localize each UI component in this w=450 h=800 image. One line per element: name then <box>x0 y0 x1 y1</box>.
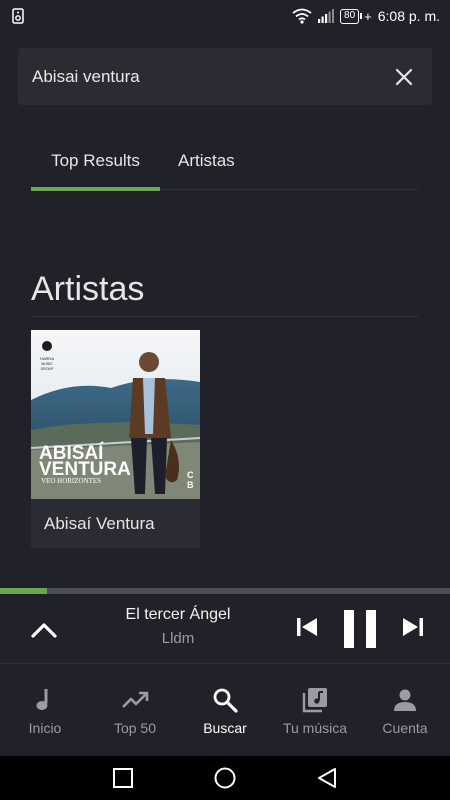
close-icon <box>395 68 413 85</box>
previous-track-button[interactable] <box>294 614 320 640</box>
nav-label-inicio: Inicio <box>28 719 62 736</box>
nav-item-cuenta[interactable]: Cuenta <box>360 665 450 756</box>
now-playing-bar: El tercer Ángel Lldm <box>0 594 450 664</box>
back-icon[interactable] <box>315 766 339 790</box>
trending-up-icon <box>122 691 149 708</box>
notification-icon <box>12 8 24 24</box>
bottom-nav: Inicio Top 50 Buscar Tu música Cuenta <box>0 665 450 756</box>
section-title: Artistas <box>31 270 145 308</box>
nav-label-buscar: Buscar <box>203 719 247 736</box>
search-box <box>18 48 432 105</box>
track-title: El tercer Ángel <box>125 606 231 623</box>
tab-artistas[interactable]: Artistas <box>160 132 253 190</box>
status-right: 80 + 6:08 p. m. <box>292 8 440 24</box>
nav-item-top-50[interactable]: Top 50 <box>90 665 180 756</box>
results-tabs: Top Results Artistas <box>31 132 418 191</box>
status-left <box>12 8 24 24</box>
battery-level: 80 <box>340 8 360 24</box>
track-artist: Lldm <box>161 630 195 647</box>
next-track-button[interactable] <box>400 614 426 640</box>
section-divider <box>31 316 418 317</box>
skip-previous-icon <box>297 618 317 636</box>
cover-logo-text-2: MUSIC <box>41 362 53 366</box>
artist-card[interactable]: HARRA MUSIC GROUP ABISAÍ VENTURA VEO HOR… <box>31 330 200 548</box>
battery-indicator: 80 + <box>340 8 372 24</box>
charging-icon: + <box>364 8 372 24</box>
artist-name: Abisaí Ventura <box>44 513 155 533</box>
cover-logo-text-1: HARRA <box>40 356 54 361</box>
battery-tip <box>360 13 363 19</box>
wifi-icon <box>292 8 312 24</box>
chevron-up-icon <box>31 623 57 638</box>
search-icon <box>213 688 238 713</box>
signal-icon <box>318 9 335 23</box>
track-info[interactable]: El tercer Ángel Lldm <box>100 606 256 647</box>
nav-item-buscar[interactable]: Buscar <box>180 665 270 756</box>
nav-label-cuenta: Cuenta <box>382 719 428 736</box>
status-bar: 80 + 6:08 p. m. <box>0 0 450 32</box>
clear-search-button[interactable] <box>390 63 418 91</box>
cover-corner-mark-1: C <box>187 470 194 480</box>
cover-corner-mark-2: B <box>187 480 194 490</box>
artist-cover-image: HARRA MUSIC GROUP ABISAÍ VENTURA VEO HOR… <box>31 330 200 499</box>
nav-item-inicio[interactable]: Inicio <box>0 665 90 756</box>
tab-top-results[interactable]: Top Results <box>31 132 160 191</box>
music-note-icon <box>36 688 48 710</box>
nav-label-tu-musica: Tu música <box>282 719 348 736</box>
nav-label-top-50: Top 50 <box>113 719 157 736</box>
cover-logo-text-3: GROUP <box>41 367 55 371</box>
search-input[interactable] <box>32 66 390 87</box>
cover-subtitle: VEO HORIZONTES <box>41 477 101 485</box>
pause-button[interactable] <box>342 608 378 650</box>
person-icon <box>394 689 416 711</box>
expand-player-button[interactable] <box>28 614 60 646</box>
home-icon[interactable] <box>213 766 237 790</box>
skip-next-icon <box>403 618 423 636</box>
recents-icon[interactable] <box>111 766 135 790</box>
nav-item-tu-musica[interactable]: Tu música <box>270 665 360 756</box>
status-time: 6:08 p. m. <box>377 8 440 24</box>
library-music-icon <box>302 687 327 712</box>
pause-icon <box>344 610 376 648</box>
system-nav-bar <box>0 756 450 800</box>
